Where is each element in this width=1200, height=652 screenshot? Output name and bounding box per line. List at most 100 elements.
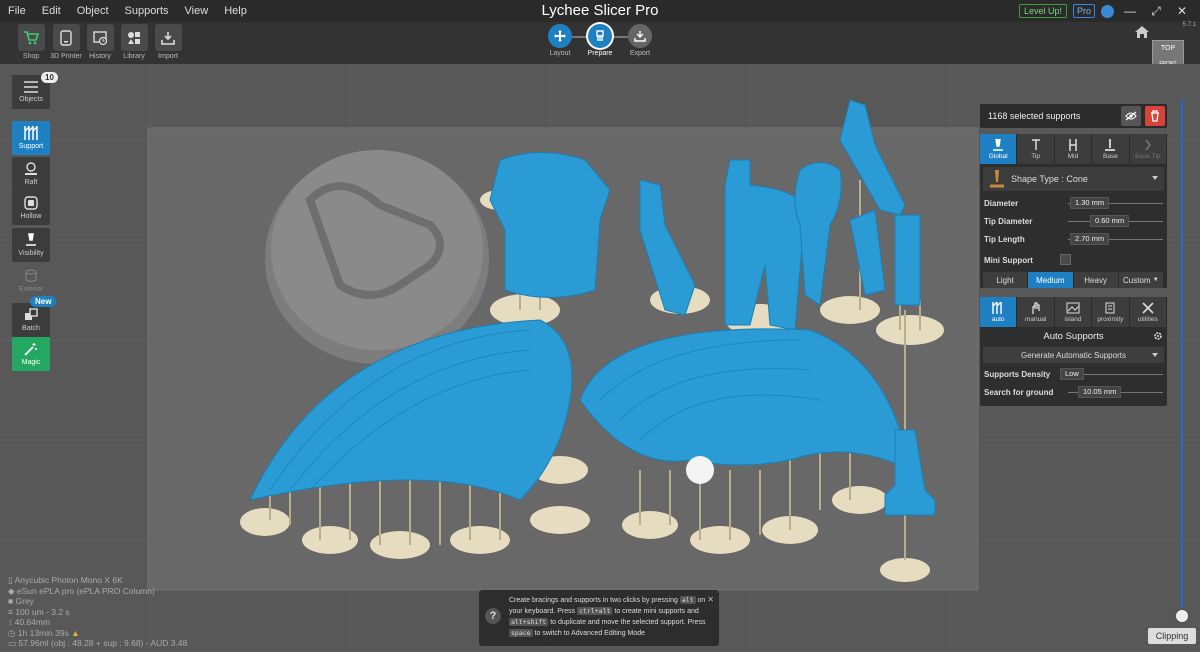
tip-text-line: to duplicate and move the selected suppo… <box>550 619 686 626</box>
manual-icon <box>1031 301 1040 314</box>
tab-island-label: island <box>1064 315 1082 323</box>
tab-manual-label: manual <box>1024 315 1047 323</box>
trash-icon <box>1151 110 1159 122</box>
tab-tip[interactable]: Tip <box>1017 134 1055 164</box>
history-button[interactable]: History <box>84 24 116 60</box>
mini-support-row: Mini Support <box>980 251 1167 269</box>
workflow-steps: Layout Prepare Export <box>540 24 660 62</box>
tip-diameter-value[interactable]: 0.60 mm <box>1090 215 1130 227</box>
auto-supports-header: Auto Supports <box>980 327 1167 345</box>
minimize-button[interactable]: — <box>1120 4 1140 18</box>
menu-help[interactable]: Help <box>216 5 255 17</box>
tab-manual[interactable]: manual <box>1017 297 1055 327</box>
tab-auto[interactable]: auto <box>980 297 1018 327</box>
printer-button[interactable]: 3D Printer <box>50 24 82 60</box>
viewcube-top-label: TOP <box>1160 45 1176 52</box>
tip-text-line: Press <box>687 619 706 626</box>
supports-density-value[interactable]: Low <box>1060 368 1084 380</box>
support-button[interactable]: Support <box>12 121 50 155</box>
import-label: Import <box>158 53 178 60</box>
tab-global[interactable]: Global <box>980 134 1018 164</box>
tab-mid[interactable]: Mid <box>1054 134 1093 164</box>
magic-button[interactable]: Magic <box>12 337 50 371</box>
shop-label: Shop <box>22 53 40 60</box>
batch-button[interactable]: Batch <box>12 303 50 337</box>
level-up-button[interactable]: Level Up! <box>1018 4 1067 18</box>
hollow-icon <box>24 196 38 210</box>
model-torso[interactable] <box>489 152 611 298</box>
tab-base[interactable]: Base <box>1092 134 1130 164</box>
tip-icon <box>1031 138 1040 150</box>
step-export[interactable]: Export <box>618 24 662 57</box>
color-swatch-icon: ■ <box>8 596 16 606</box>
tab-proximity[interactable]: proximity <box>1092 297 1130 327</box>
shape-type-dropdown[interactable]: Shape Type : Cone <box>983 167 1164 191</box>
print-info: ▯ Anycubic Photon Mono X 6K ◆ eSun ePLA … <box>8 575 187 649</box>
step-prepare[interactable]: Prepare <box>578 24 622 57</box>
menu-supports[interactable]: Supports <box>117 5 177 17</box>
menu-object[interactable]: Object <box>69 5 117 17</box>
search-ground-label: Search for ground <box>984 387 1054 397</box>
clipping-slider-handle[interactable] <box>1174 608 1190 624</box>
kbd-alt: alt <box>679 596 696 604</box>
maximize-button[interactable]: ⤢ <box>1146 4 1166 19</box>
delete-supports-button[interactable] <box>1145 106 1165 126</box>
step-prepare-label: Prepare <box>587 50 613 57</box>
tab-utilities[interactable]: utilities <box>1129 297 1168 327</box>
density-custom-button[interactable]: Custom ▼ <box>1118 272 1164 288</box>
hollow-button[interactable]: Hollow <box>12 191 50 225</box>
window-controls: Level Up! Pro — ⤢ ✕ <box>1018 0 1200 22</box>
tab-island[interactable]: island <box>1054 297 1093 327</box>
new-badge: New <box>30 296 57 307</box>
menu-edit[interactable]: Edit <box>34 5 69 17</box>
menu-view[interactable]: View <box>177 5 217 17</box>
raft-button[interactable]: Raft <box>12 157 50 191</box>
clipping-slider-track[interactable] <box>1181 100 1183 610</box>
export-icon <box>634 31 646 42</box>
user-icon[interactable] <box>1101 4 1114 18</box>
close-button[interactable]: ✕ <box>1172 4 1192 18</box>
library-icon <box>128 31 140 44</box>
visibility-button[interactable]: Visibility <box>12 228 50 262</box>
support-icon <box>24 126 38 140</box>
support-mode-tabs: auto manual island proximity utilities <box>980 297 1168 327</box>
chevron-down-icon[interactable] <box>1152 353 1158 357</box>
search-ground-value[interactable]: 10.05 mm <box>1078 386 1122 398</box>
tip-popup: ? Create bracings and supports in two cl… <box>479 590 719 646</box>
close-icon[interactable]: ✕ <box>707 595 714 604</box>
hide-supports-button[interactable] <box>1121 106 1141 126</box>
color-info-row: ■ Grey <box>8 596 187 607</box>
wrench-icon <box>1142 301 1154 314</box>
tab-proximity-label: proximity <box>1097 315 1124 323</box>
shop-button[interactable]: Shop <box>15 24 47 60</box>
tab-base-tip[interactable]: Base Tip <box>1129 134 1168 164</box>
history-label: History <box>89 53 111 60</box>
resin-color: Grey <box>15 596 34 606</box>
tip-length-value[interactable]: 2.70 mm <box>1070 233 1110 245</box>
resin-bottle-icon: ◆ <box>8 585 17 596</box>
step-layout[interactable]: Layout <box>538 24 582 57</box>
time-info-row: ◷ 1h 13min 39s ▲ <box>8 628 187 639</box>
objects-count-badge: 10 <box>41 72 58 83</box>
cylinder-icon <box>25 269 37 282</box>
library-button[interactable]: Library <box>118 24 150 60</box>
support-settings-panel: Global Tip Mid Base Base Tip Shape Type … <box>980 134 1168 288</box>
density-light-button[interactable]: Light <box>983 272 1029 288</box>
tip-text-line: to create mini supports <box>614 608 686 615</box>
pro-badge[interactable]: Pro <box>1072 4 1095 18</box>
home-icon[interactable] <box>1135 26 1149 38</box>
density-heavy-button[interactable]: Heavy <box>1073 272 1119 288</box>
exterior-button[interactable]: Exterior <box>12 264 50 298</box>
eye-off-icon <box>1125 111 1137 121</box>
clipping-button[interactable]: Clipping <box>1148 628 1196 644</box>
generate-supports-button[interactable]: Generate Automatic Supports <box>983 347 1164 363</box>
warning-icon: ▲ <box>71 627 80 638</box>
gear-icon[interactable] <box>1153 331 1163 341</box>
density-medium-button[interactable]: Medium <box>1028 272 1074 288</box>
auto-supports-panel: auto manual island proximity utilities A… <box>980 297 1168 406</box>
diameter-value[interactable]: 1.30 mm <box>1070 197 1110 209</box>
kbd-space: space <box>509 629 533 637</box>
menu-file[interactable]: File <box>0 5 34 17</box>
import-button[interactable]: Import <box>152 24 184 60</box>
mini-support-checkbox[interactable] <box>1060 254 1071 265</box>
